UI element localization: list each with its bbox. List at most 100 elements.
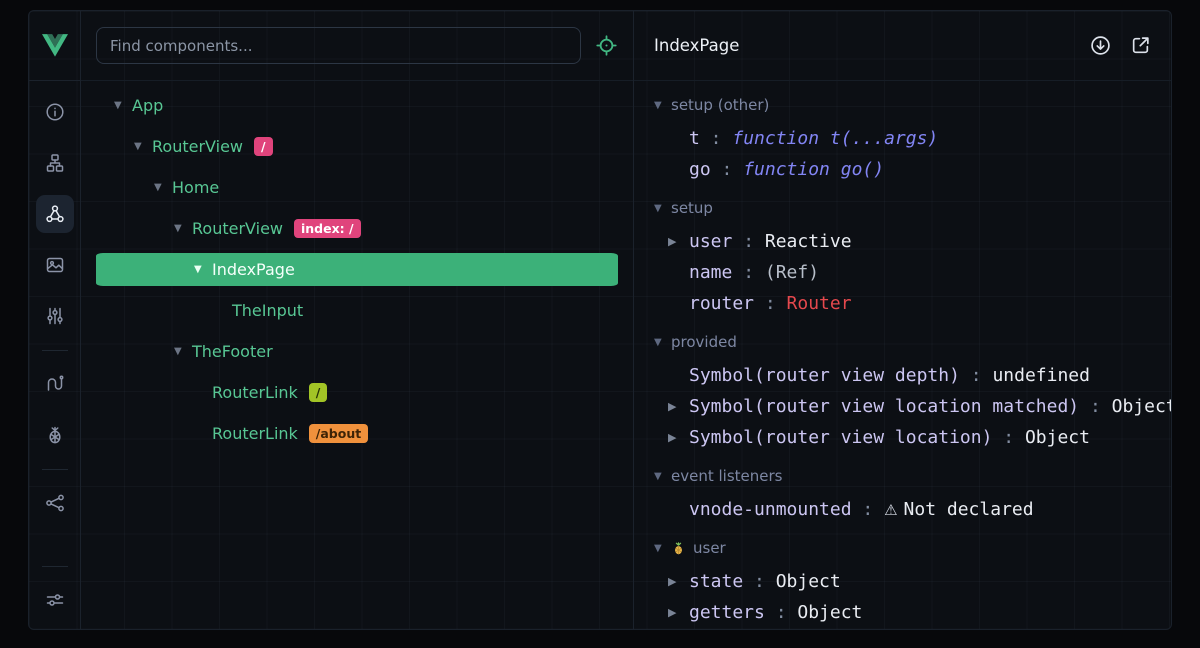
expand-toggle-icon[interactable]: ▼	[174, 346, 192, 357]
key-value-separator: :	[743, 571, 776, 592]
tree-row-indexpage[interactable]: ▼IndexPage	[96, 249, 618, 290]
expand-toggle-icon[interactable]: ▼	[114, 100, 132, 111]
vue-devtools-window: ▼App▼RouterView/▼Home▼RouterViewindex: /…	[28, 10, 1172, 630]
property-row: Symbol(router view depth) : undefined	[654, 360, 1171, 391]
component-name: RouterLink	[212, 424, 298, 443]
info-icon[interactable]	[36, 93, 74, 131]
key-value-separator: :	[711, 159, 744, 180]
router-icon[interactable]	[36, 365, 74, 403]
component-name: Home	[172, 178, 219, 197]
property-key: Symbol(router view location matched)	[689, 396, 1079, 417]
property-key: go	[689, 159, 711, 180]
open-in-editor-icon[interactable]	[1129, 35, 1151, 57]
property-value: Router	[787, 293, 852, 314]
expand-toggle-icon[interactable]: ▶	[668, 235, 689, 248]
expand-toggle-icon[interactable]: ▶	[668, 400, 689, 413]
route-badge: /	[254, 137, 273, 156]
module-graph-icon[interactable]	[36, 484, 74, 522]
inspector-header: IndexPage	[634, 11, 1171, 81]
property-key: name	[689, 262, 732, 283]
property-value: Object	[776, 571, 841, 592]
section-header-event-listeners[interactable]: ▼event listeners	[654, 458, 1171, 494]
section-header-setup-other-[interactable]: ▼setup (other)	[654, 87, 1171, 123]
tree-row-routerlink[interactable]: RouterLink/about	[96, 413, 618, 454]
expand-toggle-icon[interactable]: ▶	[668, 606, 689, 619]
tree-row-thefooter[interactable]: ▼TheFooter	[96, 331, 618, 372]
key-value-separator: :	[765, 602, 798, 623]
inspector-actions	[1089, 35, 1151, 57]
property-row: go : function go()	[654, 154, 1171, 185]
property-row: router : Router	[654, 288, 1171, 319]
key-value-separator: :	[732, 231, 765, 252]
components-inspector-icon[interactable]	[36, 195, 74, 233]
property-row[interactable]: ▶user : Reactive	[654, 226, 1171, 257]
sidebar-divider	[42, 566, 68, 567]
collapse-toggle-icon: ▼	[654, 100, 671, 111]
property-key: router	[689, 293, 754, 314]
section-header-user[interactable]: ▼user	[654, 530, 1171, 566]
section-header-provided[interactable]: ▼provided	[654, 324, 1171, 360]
property-key: vnode-unmounted	[689, 499, 852, 520]
pinia-store-icon	[671, 541, 686, 556]
sidebar	[29, 11, 81, 629]
sidebar-icon-list	[29, 81, 80, 629]
property-row[interactable]: ▶state : Object	[654, 566, 1171, 597]
component-name: TheInput	[232, 301, 303, 320]
settings-icon[interactable]	[36, 581, 74, 619]
pinia-icon[interactable]	[36, 416, 74, 454]
component-tree-icon[interactable]	[36, 144, 74, 182]
property-key: user	[689, 231, 732, 252]
sidebar-divider	[42, 350, 68, 351]
component-tree-panel: ▼App▼RouterView/▼Home▼RouterViewindex: /…	[81, 11, 634, 629]
inspector-title: IndexPage	[654, 36, 739, 55]
property-key: Symbol(router view depth)	[689, 365, 960, 386]
tree-row-theinput[interactable]: TheInput	[96, 290, 618, 331]
expand-toggle-icon[interactable]: ▶	[668, 575, 689, 588]
component-tree: ▼App▼RouterView/▼Home▼RouterViewindex: /…	[81, 81, 633, 629]
tree-row-app[interactable]: ▼App	[96, 85, 618, 126]
key-value-separator: :	[992, 427, 1025, 448]
warning-icon: ⚠	[884, 501, 897, 519]
search-box[interactable]	[96, 27, 581, 64]
property-row: name : (Ref)	[654, 257, 1171, 288]
expand-toggle-icon[interactable]: ▼	[134, 141, 152, 152]
scroll-to-component-icon[interactable]	[1089, 35, 1111, 57]
search-input[interactable]	[110, 37, 567, 55]
property-key: t	[689, 128, 700, 149]
property-value: Object	[797, 602, 862, 623]
property-row[interactable]: ▶getters : Object	[654, 597, 1171, 628]
property-value: Reactive	[765, 231, 852, 252]
timeline-icon[interactable]	[36, 297, 74, 335]
property-key: Symbol(router view location)	[689, 427, 992, 448]
key-value-separator: :	[732, 262, 765, 283]
key-value-separator: :	[1079, 396, 1112, 417]
inspector-body: ▼setup (other)t : function t(...args)go …	[634, 81, 1171, 629]
property-key: state	[689, 571, 743, 592]
component-name: RouterView	[152, 137, 243, 156]
tree-row-routerview[interactable]: ▼RouterView index: /	[96, 208, 618, 249]
expand-toggle-icon[interactable]: ▼	[174, 223, 192, 234]
sidebar-divider	[42, 469, 68, 470]
tree-row-routerlink[interactable]: RouterLink/	[96, 372, 618, 413]
key-value-separator: :	[754, 293, 787, 314]
section-header-setup[interactable]: ▼setup	[654, 190, 1171, 226]
component-name: App	[132, 96, 163, 115]
section-label: user	[693, 539, 726, 557]
tree-row-routerview[interactable]: ▼RouterView /	[96, 126, 618, 167]
property-row: vnode-unmounted : ⚠Not declared	[654, 494, 1171, 525]
property-row[interactable]: ▶Symbol(router view location matched) : …	[654, 391, 1171, 422]
select-component-in-page-icon[interactable]	[594, 34, 618, 58]
section-label: setup	[671, 199, 713, 217]
property-row[interactable]: ▶Symbol(router view location) : Object	[654, 422, 1171, 453]
tree-row-home[interactable]: ▼Home	[96, 167, 618, 208]
component-name: RouterLink	[212, 383, 298, 402]
expand-toggle-icon[interactable]: ▼	[194, 264, 212, 275]
section-label: setup (other)	[671, 96, 769, 114]
component-name: RouterView	[192, 219, 283, 238]
route-badge: index: /	[294, 219, 361, 238]
assets-icon[interactable]	[36, 246, 74, 284]
property-value: function go()	[743, 159, 884, 180]
expand-toggle-icon[interactable]: ▼	[154, 182, 172, 193]
expand-toggle-icon[interactable]: ▶	[668, 431, 689, 444]
vue-logo	[29, 11, 80, 81]
